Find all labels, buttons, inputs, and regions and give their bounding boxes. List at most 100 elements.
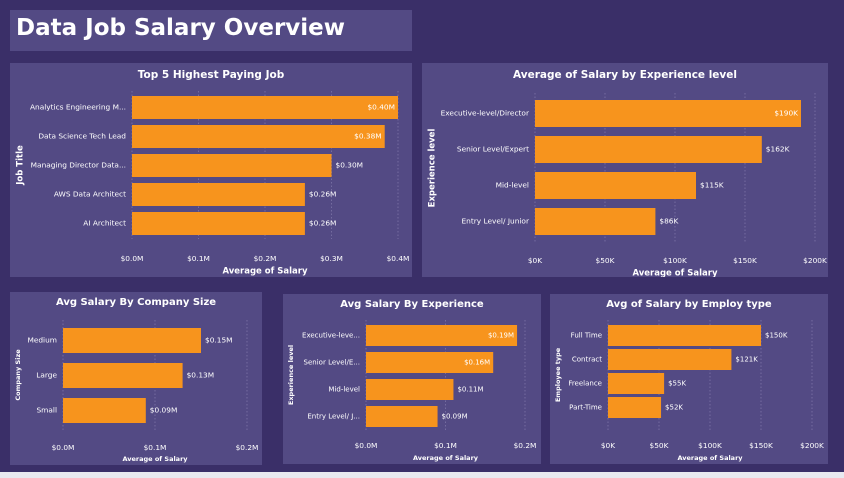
x-tick-label: $0.1M [434, 441, 457, 450]
bar [535, 136, 762, 163]
bar [132, 96, 398, 119]
x-tick-label: $100K [698, 441, 722, 450]
data-label: $121K [735, 356, 758, 364]
chart-title: Average of Salary by Experience level [513, 69, 737, 81]
chart-svg: Avg Salary By Company Size $0.0M $0.1M $0.2… [14, 297, 259, 463]
bar [132, 125, 385, 148]
x-axis-label: Average of Salary [413, 454, 479, 462]
x-tick-label: $0.0M [52, 443, 75, 452]
category-label: Executive-leve... [302, 332, 360, 340]
bar [63, 398, 146, 423]
category-label: Managing Director Data... [31, 161, 126, 170]
bar [608, 325, 761, 346]
page-title-box: Data Job Salary Overview [10, 10, 412, 51]
bar [535, 100, 801, 127]
bar [132, 154, 332, 177]
category-label: Data Science Tech Lead [38, 132, 126, 141]
data-label: $55K [668, 380, 686, 388]
category-label: Analytics Engineering M... [30, 103, 126, 112]
data-label: $150K [765, 332, 788, 340]
chart-salary-by-company-size[interactable]: Avg Salary By Company Size $0.0M $0.1M $0.2… [10, 292, 262, 465]
x-tick-label: $150K [733, 256, 757, 265]
x-tick-label: $0.2M [514, 441, 537, 450]
x-axis-label: Average of Salary [677, 454, 743, 462]
bar [63, 363, 183, 388]
data-label: $0.15M [205, 336, 233, 345]
data-label: $190K [774, 109, 798, 118]
bar [132, 183, 305, 206]
bottom-strip [0, 472, 844, 478]
chart-title: Top 5 Highest Paying Job [138, 69, 285, 81]
x-tick-label: $0.0M [121, 254, 144, 263]
x-tick-label: $0.0M [355, 441, 378, 450]
category-label: Contract [572, 356, 602, 364]
category-label: AWS Data Architect [54, 190, 126, 199]
y-axis-label: Company Size [14, 349, 22, 401]
category-label: Large [36, 371, 57, 380]
x-tick-label: $150K [749, 441, 773, 450]
x-tick-label: $0.2M [254, 254, 277, 263]
bar [608, 349, 732, 370]
data-label: $0.26M [309, 190, 337, 199]
x-tick-label: $0.4M [387, 254, 410, 263]
chart-salary-by-experience-level[interactable]: Average of Salary by Experience level $0K… [422, 63, 828, 277]
data-label: $0.26M [309, 219, 337, 228]
x-tick-label: $0.1M [144, 443, 167, 452]
data-label: $0.19M [488, 332, 514, 340]
data-label: $0.13M [187, 371, 215, 380]
x-tick-label: $0.3M [320, 254, 343, 263]
data-label: $86K [659, 217, 678, 226]
data-label: $0.16M [464, 359, 490, 367]
bar [608, 397, 662, 418]
bar [608, 373, 665, 394]
data-label: $52K [665, 404, 683, 412]
bar [132, 212, 305, 235]
y-axis-label: Experience level [428, 129, 438, 208]
x-tick-label: $50K [596, 256, 615, 265]
category-label: Entry Level/ Junior [461, 217, 529, 226]
data-label: $162K [766, 145, 790, 154]
bar [535, 172, 696, 199]
category-label: Part-Time [569, 404, 602, 412]
category-label: AI Architect [83, 219, 126, 228]
category-label: Executive-level/Director [441, 109, 530, 118]
chart-svg: Avg Salary By Experience $0.0M $0.1M $0.2M E… [287, 299, 537, 462]
data-label: $115K [700, 181, 724, 190]
x-axis-label: Average of Salary [222, 267, 308, 277]
data-label: $0.38M [354, 132, 382, 141]
chart-top-paying-jobs[interactable]: Top 5 Highest Paying Job $0.0M $0.1M $0.2M $… [10, 63, 412, 277]
category-label: Medium [27, 336, 57, 345]
bar [63, 328, 201, 353]
bar [535, 208, 656, 235]
data-label: $0.11M [457, 386, 483, 394]
chart-svg: Avg of Salary by Employ type $0K $50K $100K… [554, 299, 824, 462]
category-label: Full Time [571, 332, 602, 340]
category-label: Senior Level/E... [304, 359, 360, 367]
x-tick-label: $0.1M [187, 254, 210, 263]
y-axis-label: Job Title [16, 145, 26, 186]
chart-title: Avg Salary By Company Size [56, 297, 216, 308]
data-label: $0.40M [367, 103, 395, 112]
x-tick-label: $0K [601, 441, 615, 450]
chart-salary-by-experience[interactable]: Avg Salary By Experience $0.0M $0.1M $0.2M E… [283, 294, 541, 464]
chart-title: Avg Salary By Experience [340, 299, 484, 310]
chart-svg: Average of Salary by Experience level $0K… [428, 69, 827, 278]
x-tick-label: $50K [650, 441, 669, 450]
x-axis-label: Average of Salary [632, 269, 718, 278]
bar [366, 379, 454, 400]
page-title: Data Job Salary Overview [16, 15, 346, 41]
chart-svg: Top 5 Highest Paying Job $0.0M $0.1M $0.2M $… [16, 69, 410, 277]
x-tick-label: $0K [528, 256, 542, 265]
x-tick-label: $200K [803, 256, 827, 265]
chart-title: Avg of Salary by Employ type [606, 299, 772, 310]
category-label: Small [36, 406, 57, 415]
category-label: Mid-level [328, 386, 360, 394]
chart-salary-by-employment-type[interactable]: Avg of Salary by Employ type $0K $50K $100K… [550, 294, 828, 464]
y-axis-label: Experience level [287, 345, 295, 405]
category-label: Mid-level [496, 181, 529, 190]
x-tick-label: $100K [663, 256, 687, 265]
category-label: Entry Level/ J... [307, 413, 360, 421]
bar [366, 406, 438, 427]
category-label: Senior Level/Expert [457, 145, 529, 154]
x-tick-label: $0.2M [236, 443, 259, 452]
